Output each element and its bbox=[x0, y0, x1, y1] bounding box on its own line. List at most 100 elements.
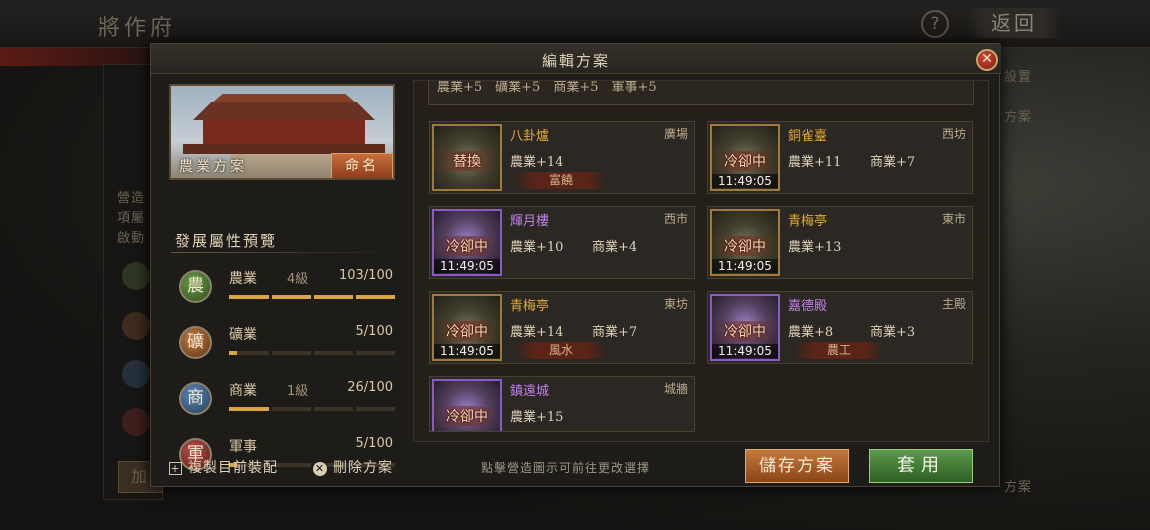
building-location: 東市 bbox=[941, 212, 966, 226]
stat-secondary: 商業+4 bbox=[592, 240, 638, 255]
divider bbox=[171, 252, 393, 253]
copy-label: 複製目前裝配 bbox=[188, 460, 278, 476]
dialog-title: 編輯方案 bbox=[541, 52, 610, 70]
progress-fill bbox=[229, 407, 273, 411]
cooldown-timer: 11:49:05 bbox=[712, 174, 778, 188]
bg-side-text[interactable]: 設置 bbox=[1004, 66, 1032, 85]
stat-primary: 農業+14 bbox=[510, 325, 564, 340]
building-card[interactable]: 冷卻中 11:49:05 嘉德殿 主殿 農業+8 商業+3 農工 bbox=[707, 291, 973, 364]
bar-segment bbox=[353, 295, 356, 299]
building-list[interactable]: 農業+5 礦業+5 商業+5 軍事+5 替換 八卦爐 廣場 農業+14 富饒 冷… bbox=[413, 80, 989, 442]
attribute-level: 1級 bbox=[287, 384, 309, 399]
stat-primary: 農業+10 bbox=[510, 240, 564, 255]
progress-bar bbox=[229, 351, 395, 355]
bg-left-text: 啟動 bbox=[117, 231, 146, 246]
apply-button[interactable]: 套用 bbox=[869, 449, 973, 483]
building-card[interactable]: 冷卻中 11:49:05 青梅亭 東坊 農業+14 商業+7 風水 bbox=[429, 291, 695, 364]
status-label: 冷卻中 bbox=[712, 236, 778, 256]
help-icon[interactable]: ? bbox=[921, 10, 949, 38]
status-label: 冷卻中 bbox=[712, 321, 778, 341]
stat-primary: 農業+13 bbox=[788, 240, 842, 255]
attribute-value: 26/100 bbox=[347, 380, 393, 395]
building-location: 主殿 bbox=[941, 297, 966, 311]
building-card[interactable]: 冷卻中 11:49:05 青梅亭 東市 農業+13 bbox=[707, 206, 973, 279]
building-name: 八卦爐 bbox=[510, 129, 550, 144]
building-name: 輝月樓 bbox=[510, 214, 550, 229]
cooldown-timer: 11:49:05 bbox=[434, 344, 500, 358]
bar-segment bbox=[269, 407, 272, 411]
stat-primary: 農業+15 bbox=[510, 410, 564, 425]
farm-icon: 農 bbox=[179, 270, 212, 303]
back-button[interactable]: 返回 bbox=[968, 8, 1060, 38]
bar-segment bbox=[353, 351, 356, 355]
plan-image: 農業方案 命名 bbox=[169, 84, 395, 180]
building-location: 西市 bbox=[663, 212, 688, 226]
attribute-value: 103/100 bbox=[338, 268, 393, 283]
status-label: 冷卻中 bbox=[434, 406, 500, 426]
palace-roof bbox=[193, 102, 375, 120]
dialog-footer: + 複製目前裝配 ✕ 刪除方案 點擊營造圖示可前往更改選擇 儲存方案 套用 bbox=[165, 448, 987, 483]
building-card[interactable]: 冷卻中 11:49:05 銅雀臺 西坊 農業+11 商業+7 bbox=[707, 121, 973, 194]
hint-text: 點擊營造圖示可前往更改選擇 bbox=[481, 461, 651, 475]
bar-segment bbox=[269, 295, 272, 299]
stat-secondary: 商業+3 bbox=[870, 325, 916, 340]
building-card[interactable]: 冷卻中 11:49:05 輝月樓 西市 農業+10 商業+4 bbox=[429, 206, 695, 279]
bg-left-text: 營造 bbox=[117, 191, 146, 206]
attribute-level: 4級 bbox=[287, 272, 309, 287]
progress-bar bbox=[229, 295, 395, 299]
bg-left-text: 項屬 bbox=[117, 211, 146, 226]
building-thumbnail[interactable]: 冷卻中 bbox=[432, 379, 502, 431]
edit-plan-dialog: 編輯方案 ✕ 農業方案 命名 發展屬性預覽 農 農業 4級 103/100 礦 … bbox=[150, 43, 1001, 487]
attribute-row-farm: 農 農業 4級 103/100 bbox=[169, 262, 399, 314]
bg-mine-icon bbox=[122, 312, 150, 340]
palace-hall bbox=[203, 120, 365, 146]
commerce-icon: 商 bbox=[179, 382, 212, 415]
stat-primary: 農業+11 bbox=[788, 155, 842, 170]
building-tag: 富饒 bbox=[516, 172, 606, 189]
stat-secondary: 商業+7 bbox=[592, 325, 638, 340]
bar-segment bbox=[311, 295, 314, 299]
status-label: 冷卻中 bbox=[434, 321, 500, 341]
plan-name: 農業方案 bbox=[179, 159, 247, 175]
building-thumbnail[interactable]: 冷卻中 11:49:05 bbox=[710, 209, 780, 276]
building-card[interactable]: 冷卻中 鎮遠城 城牆 農業+15 bbox=[429, 376, 695, 432]
building-thumbnail[interactable]: 替換 bbox=[432, 124, 502, 191]
status-label: 冷卻中 bbox=[712, 151, 778, 171]
delete-label: 刪除方案 bbox=[333, 460, 393, 476]
bar-segment bbox=[311, 351, 314, 355]
building-location: 西坊 bbox=[941, 127, 966, 141]
close-icon[interactable]: ✕ bbox=[976, 49, 998, 71]
page-title: 將作府 bbox=[98, 16, 177, 41]
bg-side-text[interactable]: 方案 bbox=[1004, 476, 1032, 495]
bar-segment bbox=[311, 407, 314, 411]
delete-plan-button[interactable]: ✕ 刪除方案 bbox=[313, 457, 393, 477]
attribute-value: 5/100 bbox=[355, 324, 393, 339]
building-thumbnail[interactable]: 冷卻中 11:49:05 bbox=[432, 209, 502, 276]
summary-text: 農業+5 礦業+5 商業+5 軍事+5 bbox=[437, 81, 657, 95]
stat-secondary: 商業+7 bbox=[870, 155, 916, 170]
stat-primary: 農業+8 bbox=[788, 325, 834, 340]
building-name: 青梅亭 bbox=[788, 214, 828, 229]
progress-bar bbox=[229, 407, 395, 411]
building-name: 青梅亭 bbox=[510, 299, 550, 314]
bg-side-text[interactable]: 方案 bbox=[1004, 106, 1032, 125]
attribute-row-commerce: 商 商業 1級 26/100 bbox=[169, 374, 399, 426]
building-thumbnail[interactable]: 冷卻中 11:49:05 bbox=[432, 294, 502, 361]
building-thumbnail[interactable]: 冷卻中 11:49:05 bbox=[710, 124, 780, 191]
cooldown-timer: 11:49:05 bbox=[712, 344, 778, 358]
building-name: 嘉德殿 bbox=[788, 299, 828, 314]
building-tag: 風水 bbox=[516, 342, 606, 359]
attribute-name: 商業 bbox=[229, 383, 257, 399]
attribute-row-mine: 礦 礦業 5/100 bbox=[169, 318, 399, 370]
copy-loadout-button[interactable]: + 複製目前裝配 bbox=[169, 457, 278, 477]
building-thumbnail[interactable]: 冷卻中 11:49:05 bbox=[710, 294, 780, 361]
cooldown-timer: 11:49:05 bbox=[712, 259, 778, 273]
building-card[interactable]: 替換 八卦爐 廣場 農業+14 富饒 bbox=[429, 121, 695, 194]
rename-button[interactable]: 命名 bbox=[331, 153, 393, 178]
dialog-header: 編輯方案 ✕ bbox=[151, 44, 1001, 74]
attribute-name: 農業 bbox=[229, 271, 257, 287]
attribute-name: 礦業 bbox=[229, 327, 257, 343]
stat-primary: 農業+14 bbox=[510, 155, 564, 170]
building-location: 廣場 bbox=[663, 127, 688, 141]
save-plan-button[interactable]: 儲存方案 bbox=[745, 449, 849, 483]
